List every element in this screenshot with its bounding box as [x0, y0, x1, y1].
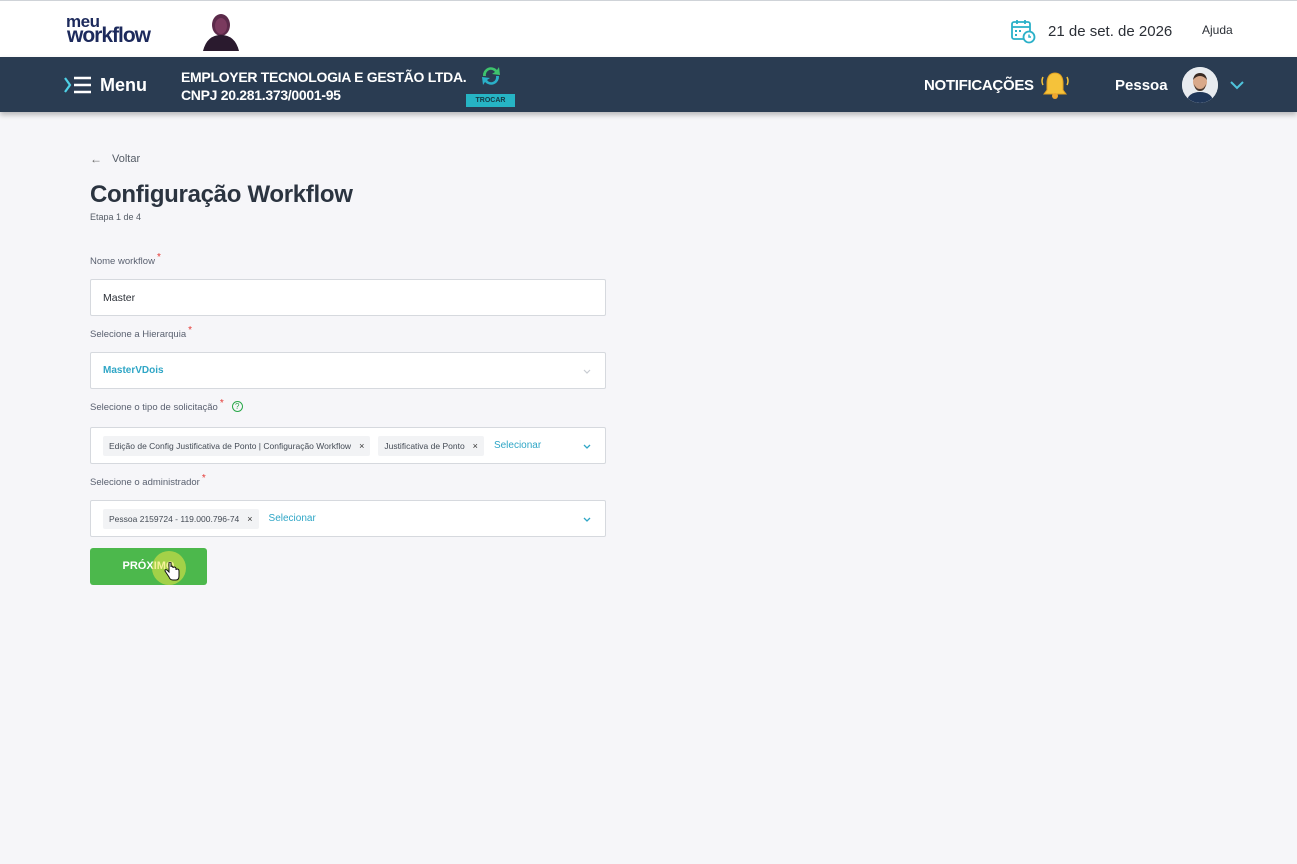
logo-bottom-text: workflow [67, 24, 151, 47]
company-name: EMPLOYER TECNOLOGIA E GESTÃO LTDA. [181, 69, 467, 85]
main-navbar: Menu EMPLOYER TECNOLOGIA E GESTÃO LTDA. … [0, 57, 1297, 112]
request-type-chip: Justificativa de Ponto × [378, 435, 484, 456]
bell-icon [1041, 72, 1069, 99]
user-name: Pessoa [1115, 76, 1168, 94]
user-menu[interactable]: Pessoa [1115, 67, 1248, 103]
next-button[interactable]: PRÓXIMO [90, 548, 207, 585]
step-indicator: Etapa 1 de 4 [90, 212, 142, 222]
chip-label: Justificativa de Ponto [384, 440, 465, 451]
admin-label: Selecione o administrador * [90, 473, 206, 488]
date-text: 21 de set. de 2026 [1048, 22, 1173, 40]
hierarchy-label: Selecione a Hierarquia * [90, 325, 192, 340]
page-title: Configuração Workflow [90, 181, 353, 208]
arrow-left-icon: ← [90, 152, 102, 166]
workflow-name-label: Nome workflow * [90, 252, 161, 267]
request-type-label: Selecione o tipo de solicitação *? [90, 398, 243, 413]
hierarchy-select[interactable]: MasterVDois [90, 352, 606, 389]
top-bar: meu workflow 21 de set. de 2026 Ajuda [0, 0, 1297, 57]
menu-icon [64, 76, 91, 94]
notifications-button[interactable]: NOTIFICAÇÕES [924, 69, 1070, 101]
request-type-multiselect[interactable]: Edição de Config Justificativa de Ponto … [90, 427, 606, 464]
chip-remove-button[interactable]: × [247, 514, 252, 524]
back-link[interactable]: ← Voltar [90, 152, 140, 166]
chevron-down-icon [583, 517, 591, 522]
refresh-icon [482, 67, 500, 85]
workflow-name-value: Master [103, 291, 136, 304]
request-type-label-text: Selecione o tipo de solicitação [90, 402, 218, 413]
select-placeholder[interactable]: Selecionar [269, 513, 316, 524]
chevron-down-icon [583, 444, 591, 449]
chip-remove-button[interactable]: × [359, 441, 364, 451]
workflow-name-label-text: Nome workflow [90, 256, 155, 267]
chip-remove-button[interactable]: × [473, 441, 478, 451]
chip-label: Pessoa 2159724 - 119.000.796-74 [109, 513, 240, 524]
required-mark: * [219, 398, 224, 409]
required-mark: * [156, 252, 161, 263]
notifications-label: NOTIFICAÇÕES [924, 76, 1034, 94]
calendar-clock-icon [1011, 20, 1036, 44]
required-mark: * [201, 473, 206, 484]
switch-company-button[interactable]: TROCAR [466, 61, 516, 107]
help-circle-icon[interactable]: ? [231, 401, 243, 412]
help-link[interactable]: Ajuda [1202, 23, 1233, 37]
hierarchy-value: MasterVDois [103, 365, 164, 376]
hand-cursor-icon [164, 562, 180, 581]
avatar [1181, 67, 1218, 103]
back-label: Voltar [112, 153, 141, 165]
admin-multiselect[interactable]: Pessoa 2159724 - 119.000.796-74 × Selecio… [90, 500, 606, 537]
chip-label: Edição de Config Justificativa de Ponto … [109, 440, 352, 451]
menu-label: Menu [100, 74, 147, 95]
chevron-down-icon [583, 369, 591, 374]
presenter-thumbnail [199, 11, 243, 51]
hierarchy-label-text: Selecione a Hierarquia [90, 329, 187, 340]
admin-chip: Pessoa 2159724 - 119.000.796-74 × [103, 508, 259, 529]
company-cnpj: CNPJ 20.281.373/0001-95 [181, 87, 341, 103]
switch-label: TROCAR [466, 94, 515, 107]
menu-button[interactable]: Menu [64, 73, 147, 97]
select-placeholder[interactable]: Selecionar [494, 440, 541, 451]
required-mark: * [188, 325, 193, 336]
workflow-name-input[interactable]: Master [90, 279, 606, 316]
current-date: 21 de set. de 2026 [1010, 18, 1172, 44]
chevron-down-icon [1229, 81, 1244, 90]
app-logo[interactable]: meu workflow [66, 13, 166, 47]
company-info: EMPLOYER TECNOLOGIA E GESTÃO LTDA. CNPJ … [181, 68, 467, 104]
admin-label-text: Selecione o administrador [90, 477, 200, 488]
request-type-chip: Edição de Config Justificativa de Ponto … [103, 435, 371, 456]
